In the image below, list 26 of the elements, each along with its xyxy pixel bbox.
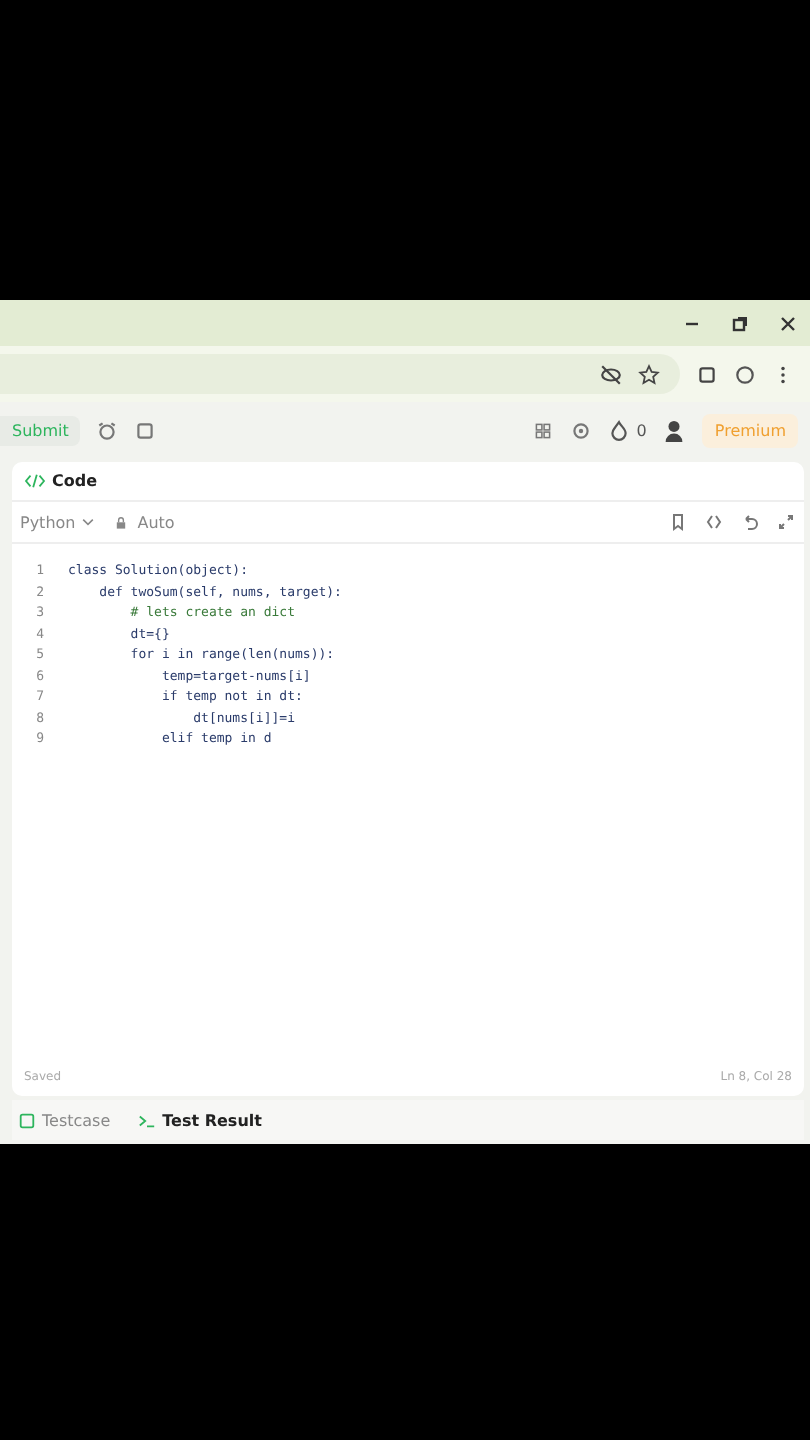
language-dropdown[interactable]: Python bbox=[20, 513, 96, 531]
alarm-clock-icon[interactable] bbox=[96, 419, 119, 441]
terminal-icon bbox=[138, 1111, 157, 1129]
star-icon[interactable] bbox=[638, 363, 660, 385]
braces-icon[interactable] bbox=[704, 512, 724, 532]
premium-button[interactable]: Premium bbox=[702, 413, 798, 447]
lock-icon bbox=[113, 515, 128, 529]
bookmark-icon[interactable] bbox=[668, 512, 688, 532]
mode-label: Auto bbox=[137, 513, 175, 531]
checkbox-icon bbox=[18, 1111, 36, 1129]
layout-icon[interactable] bbox=[532, 419, 555, 441]
restore-icon[interactable] bbox=[730, 313, 750, 333]
streak-count: 0 bbox=[636, 421, 647, 439]
panel-tab[interactable]: Test Result bbox=[132, 1111, 268, 1129]
eye-slash-icon[interactable] bbox=[600, 363, 622, 385]
settings-icon[interactable] bbox=[570, 419, 593, 441]
expand-icon[interactable] bbox=[776, 512, 796, 532]
note-icon[interactable] bbox=[134, 419, 157, 441]
avatar-icon[interactable] bbox=[662, 418, 687, 442]
close-icon[interactable] bbox=[778, 313, 798, 333]
undo-icon[interactable] bbox=[740, 512, 760, 532]
submit-button[interactable]: Submit bbox=[0, 415, 81, 445]
panel-tab[interactable]: Testcase bbox=[12, 1111, 117, 1129]
panel-title: Code bbox=[52, 472, 98, 490]
chevron-down-icon bbox=[79, 514, 96, 530]
code-icon bbox=[24, 472, 46, 490]
